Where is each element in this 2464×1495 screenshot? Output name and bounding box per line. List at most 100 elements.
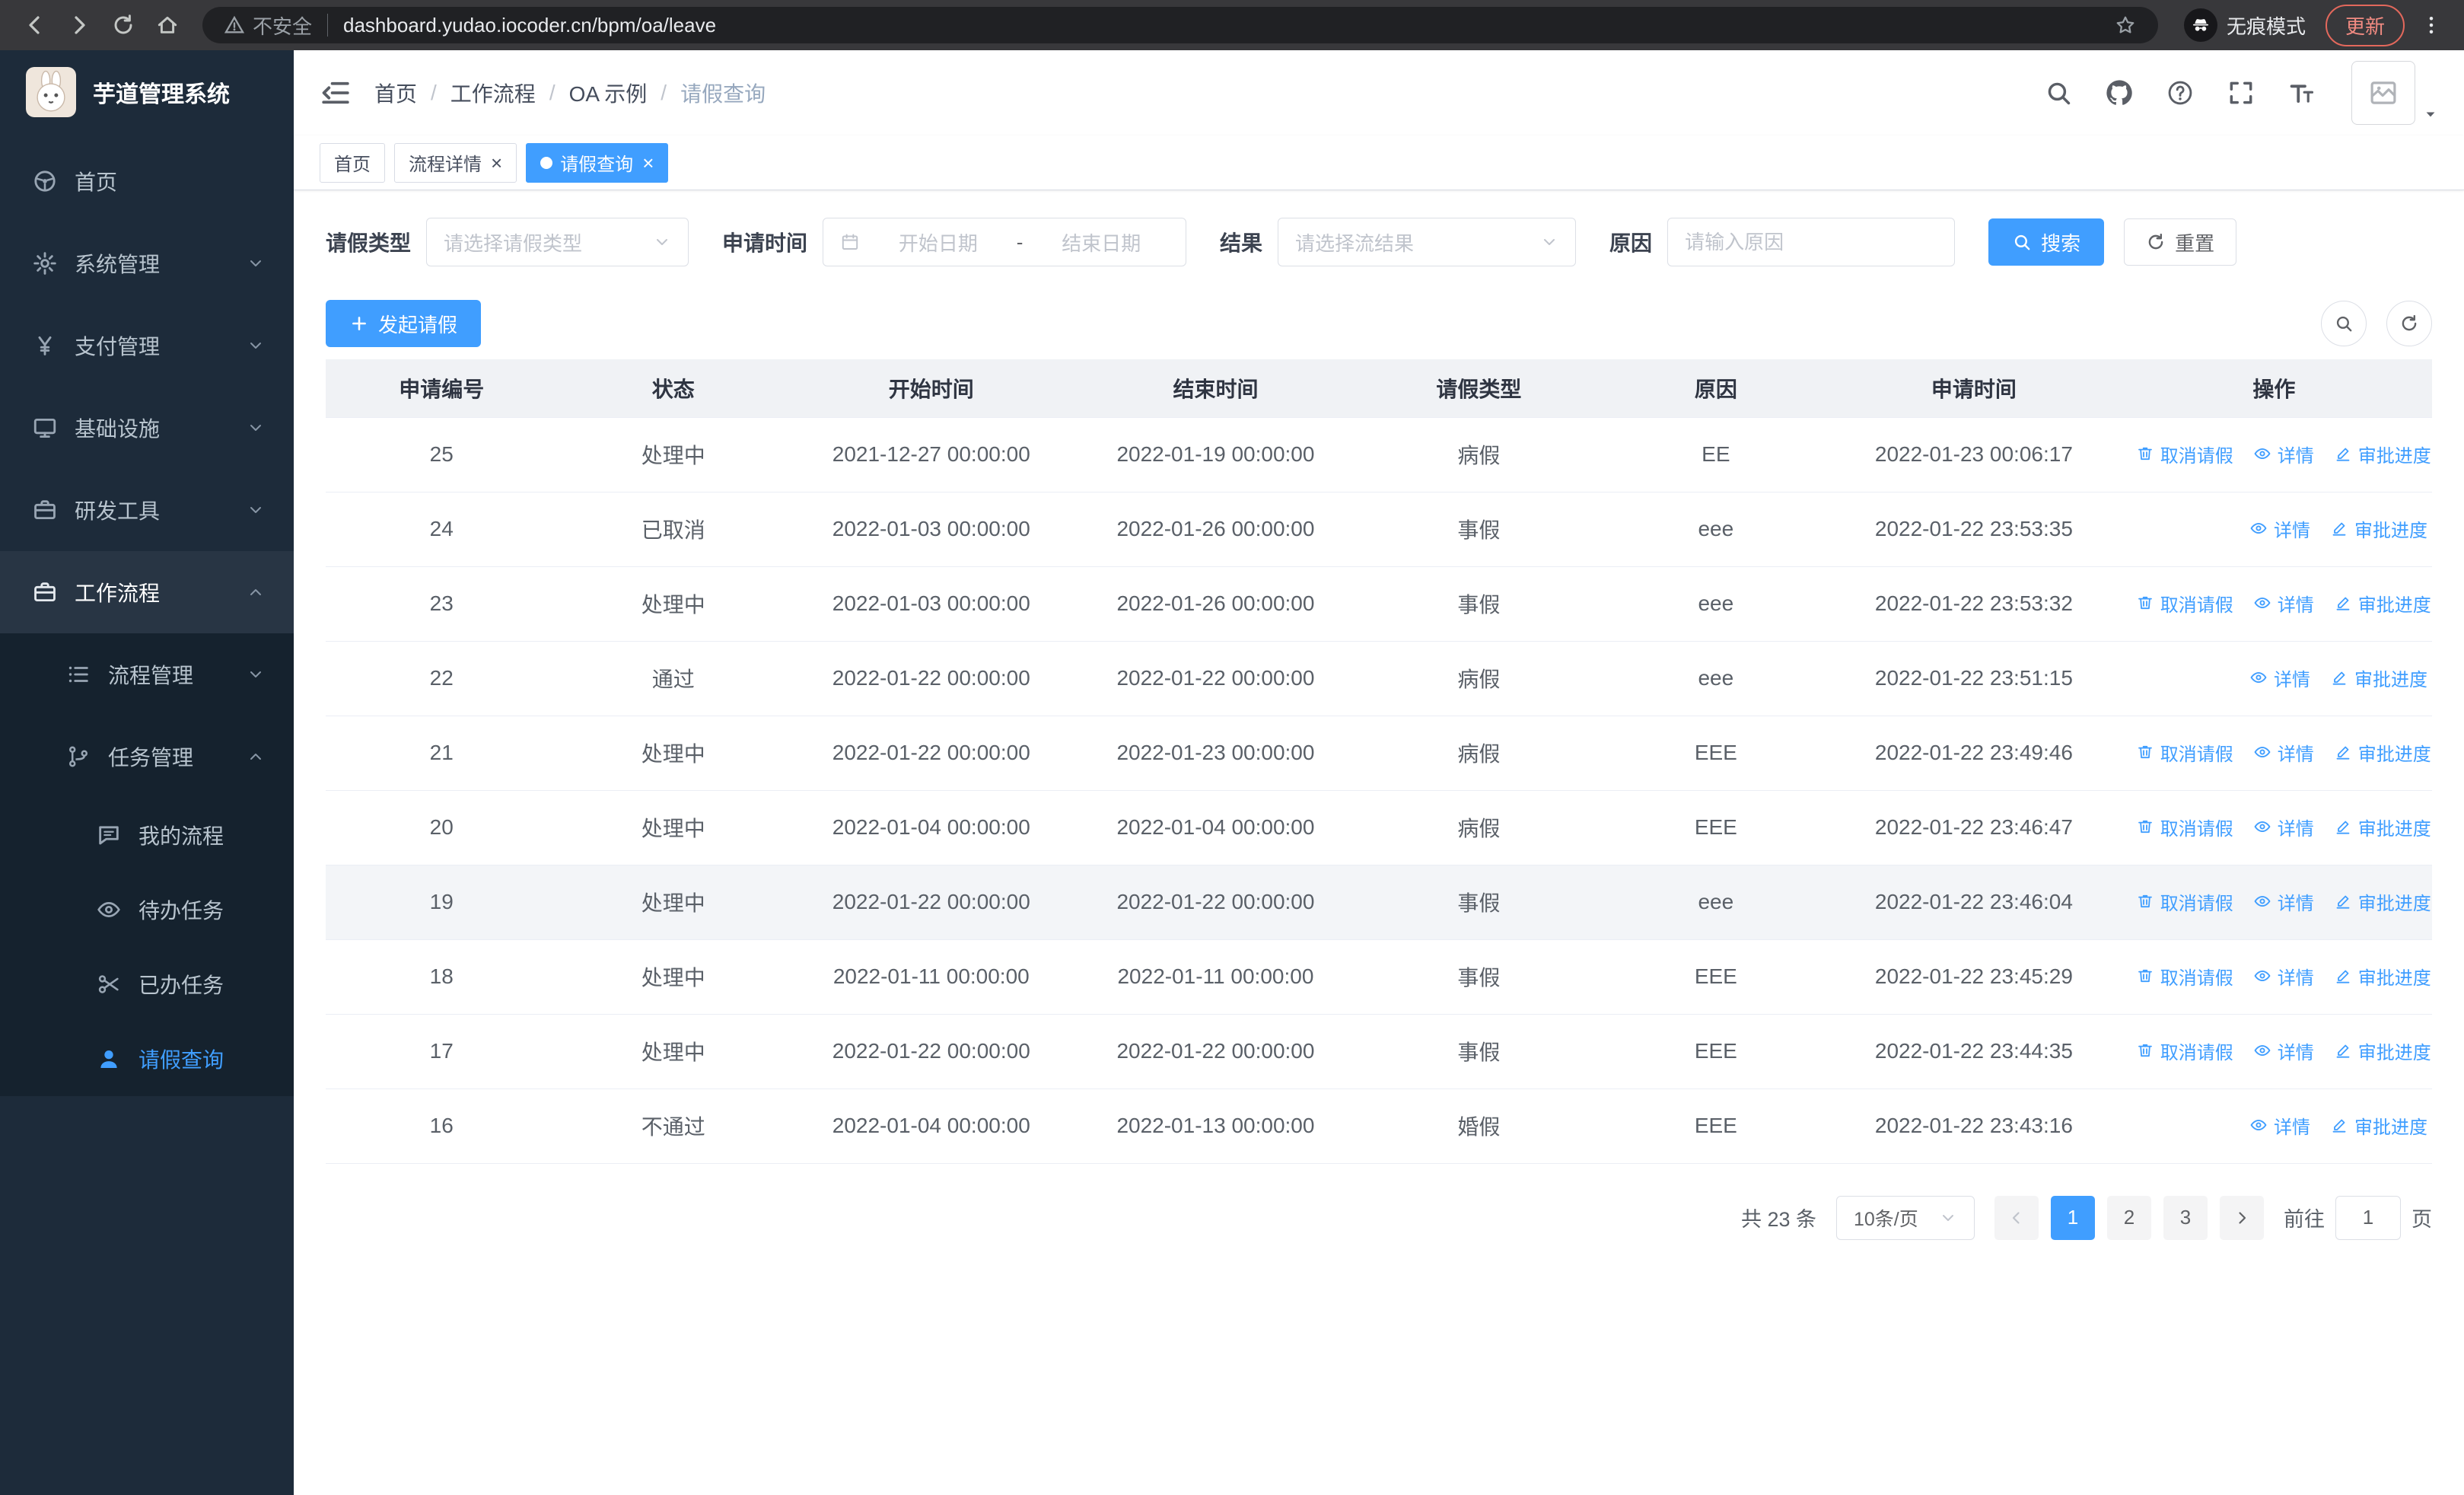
search-button[interactable] [2044, 78, 2073, 107]
table-tool-search-button[interactable] [2321, 301, 2367, 346]
browser-update-button[interactable]: 更新 [2325, 4, 2405, 46]
page-button-1[interactable]: 1 [2051, 1195, 2095, 1240]
action-detail-link[interactable]: 详情 [2253, 1038, 2314, 1064]
sidebar-item-system[interactable]: 系统管理 [0, 222, 294, 304]
browser-menu-button[interactable] [2414, 14, 2449, 37]
sidebar-item-label: 系统管理 [75, 253, 161, 276]
page-button-3[interactable]: 3 [2163, 1195, 2208, 1240]
leave-type-select[interactable]: 请选择请假类型 [426, 218, 689, 266]
action-cancel-link[interactable]: 取消请假 [2136, 963, 2233, 990]
action-cancel-link[interactable]: 取消请假 [2136, 1038, 2233, 1064]
address-bar[interactable]: 不安全 dashboard.yudao.iocoder.cn/bpm/oa/le… [202, 7, 2158, 43]
action-progress-link[interactable]: 审批进度 [2334, 814, 2431, 840]
action-progress-link[interactable]: 审批进度 [2334, 888, 2431, 915]
sidebar-item-todo-tasks[interactable]: 待办任务 [0, 872, 294, 947]
action-progress-link[interactable]: 审批进度 [2330, 665, 2427, 691]
tab-home[interactable]: 首页 [320, 142, 385, 183]
sidebar-menu: 首页 系统管理 支付管理 基础设施 研发工具 工作流程 流程管理 任务管理 我的… [0, 134, 294, 1495]
question-button[interactable] [2166, 78, 2195, 107]
monitor-icon [32, 415, 58, 441]
action-detail-link[interactable]: 详情 [2253, 963, 2314, 990]
action-detail-link[interactable]: 详情 [2253, 814, 2314, 840]
browser-home-button[interactable] [148, 5, 187, 45]
reset-button[interactable]: 重置 [2124, 218, 2237, 266]
sidebar-item-label: 研发工具 [75, 499, 161, 523]
browser-refresh-button[interactable] [103, 5, 143, 45]
eye-icon [2253, 445, 2271, 463]
page-size-select[interactable]: 10条/页 [1836, 1195, 1975, 1240]
action-cancel-link[interactable]: 取消请假 [2136, 739, 2233, 766]
fullscreen-button[interactable] [2227, 78, 2255, 107]
sidebar-item-leave-query[interactable]: 请假查询 [0, 1022, 294, 1096]
browser-arrow-left-button[interactable] [15, 5, 55, 45]
breadcrumb-item[interactable]: OA 示例 [569, 78, 648, 108]
table-tool-refresh-button[interactable] [2386, 301, 2432, 346]
cell-actions: 取消请假 详情 审批进度 [2115, 566, 2432, 642]
cell-leave-type: 病假 [1358, 417, 1600, 492]
breadcrumb-item[interactable]: 首页 [374, 78, 417, 108]
sidebar-item-workflow[interactable]: 工作流程 [0, 551, 294, 633]
action-progress-link[interactable]: 审批进度 [2334, 441, 2431, 467]
sidebar-item-process-mgmt[interactable]: 流程管理 [0, 633, 294, 716]
tab-close-icon[interactable]: × [642, 153, 654, 173]
cell-leave-type: 事假 [1358, 865, 1600, 940]
action-cancel-link[interactable]: 取消请假 [2136, 441, 2233, 467]
search-button[interactable]: 搜索 [1988, 218, 2105, 266]
font-size-icon [2287, 78, 2316, 107]
action-cancel-link[interactable]: 取消请假 [2136, 814, 2233, 840]
trash-icon [2136, 594, 2154, 612]
action-detail-link[interactable]: 详情 [2253, 739, 2314, 766]
sidebar-fold-button[interactable] [320, 77, 352, 109]
tab-process-detail[interactable]: 流程详情 × [394, 142, 517, 183]
goto-page-input[interactable] [2335, 1195, 2401, 1240]
cell-start-time: 2022-01-22 00:00:00 [788, 1014, 1074, 1089]
action-cancel-link[interactable]: 取消请假 [2136, 590, 2233, 617]
action-cancel-link[interactable]: 取消请假 [2136, 888, 2233, 915]
prev-page-button[interactable] [1994, 1195, 2039, 1240]
sidebar-item-home[interactable]: 首页 [0, 140, 294, 222]
sidebar-item-label: 待办任务 [138, 899, 224, 923]
action-progress-link[interactable]: 审批进度 [2334, 1038, 2431, 1064]
action-detail-link[interactable]: 详情 [2253, 888, 2314, 915]
sidebar-item-my-process[interactable]: 我的流程 [0, 798, 294, 872]
next-page-button[interactable] [2220, 1195, 2264, 1240]
chevron-down-icon [247, 419, 265, 437]
result-select[interactable]: 请选择流结果 [1278, 218, 1577, 266]
action-detail-link[interactable]: 详情 [2253, 590, 2314, 617]
action-progress-link[interactable]: 审批进度 [2330, 1112, 2427, 1139]
page-button-2[interactable]: 2 [2107, 1195, 2151, 1240]
sidebar: 芋道管理系统 首页 系统管理 支付管理 基础设施 研发工具 工作流程 流程管理 [0, 50, 294, 1495]
pagination-total: 共 23 条 [1740, 1208, 1816, 1231]
action-detail-link[interactable]: 详情 [2249, 665, 2310, 691]
sidebar-item-dev-tools[interactable]: 研发工具 [0, 469, 294, 551]
tab-leave-query[interactable]: 请假查询 × [526, 142, 669, 183]
create-leave-button[interactable]: 发起请假 [326, 300, 482, 347]
action-detail-link[interactable]: 详情 [2253, 441, 2314, 467]
action-progress-link[interactable]: 审批进度 [2334, 739, 2431, 766]
bookmark-star-button[interactable] [2114, 14, 2137, 37]
column-header: 申请编号 [326, 359, 558, 418]
cell-apply-time: 2022-01-22 23:53:32 [1832, 566, 2116, 642]
sidebar-item-done-tasks[interactable]: 已办任务 [0, 947, 294, 1022]
action-detail-link[interactable]: 详情 [2249, 1112, 2310, 1139]
breadcrumb-item[interactable]: 工作流程 [450, 78, 536, 108]
action-progress-link[interactable]: 审批进度 [2330, 515, 2427, 542]
browser-arrow-right-button[interactable] [59, 5, 99, 45]
action-detail-link[interactable]: 详情 [2249, 515, 2310, 542]
cell-apply-time: 2022-01-22 23:45:29 [1832, 939, 2116, 1015]
reason-input[interactable] [1685, 230, 1938, 254]
cell-end-time: 2022-01-22 00:00:00 [1073, 1014, 1358, 1089]
sidebar-item-payment[interactable]: 支付管理 [0, 304, 294, 387]
avatar[interactable] [2351, 61, 2415, 125]
sidebar-item-infrastructure[interactable]: 基础设施 [0, 387, 294, 469]
action-progress-link[interactable]: 审批进度 [2334, 963, 2431, 990]
caret-down-icon[interactable] [2423, 107, 2438, 125]
table-header-row: 申请编号 状态 开始时间 结束时间 请假类型 原因 申请时间 操作 [326, 359, 2432, 418]
github-button[interactable] [2105, 78, 2134, 107]
action-progress-link[interactable]: 审批进度 [2334, 590, 2431, 617]
cell-id: 22 [326, 641, 558, 716]
apply-time-range-picker[interactable]: 开始日期 - 结束日期 [823, 218, 1187, 266]
font-size-button[interactable] [2287, 78, 2316, 107]
sidebar-item-task-mgmt[interactable]: 任务管理 [0, 716, 294, 798]
tab-close-icon[interactable]: × [491, 153, 502, 173]
